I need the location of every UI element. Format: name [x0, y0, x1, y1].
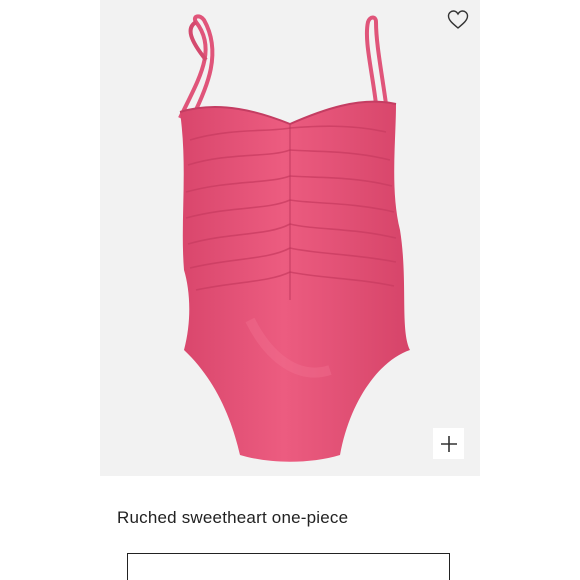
- heart-outline-icon: [447, 10, 469, 29]
- product-name[interactable]: Ruched sweetheart one-piece: [117, 508, 348, 528]
- quick-add-button[interactable]: [433, 428, 464, 459]
- option-selector[interactable]: [127, 553, 450, 580]
- product-image[interactable]: [100, 0, 480, 476]
- plus-icon: [440, 435, 457, 452]
- product-card: Ruched sweetheart one-piece: [0, 0, 580, 580]
- wishlist-button[interactable]: [446, 8, 470, 32]
- swimsuit-image: [178, 14, 410, 462]
